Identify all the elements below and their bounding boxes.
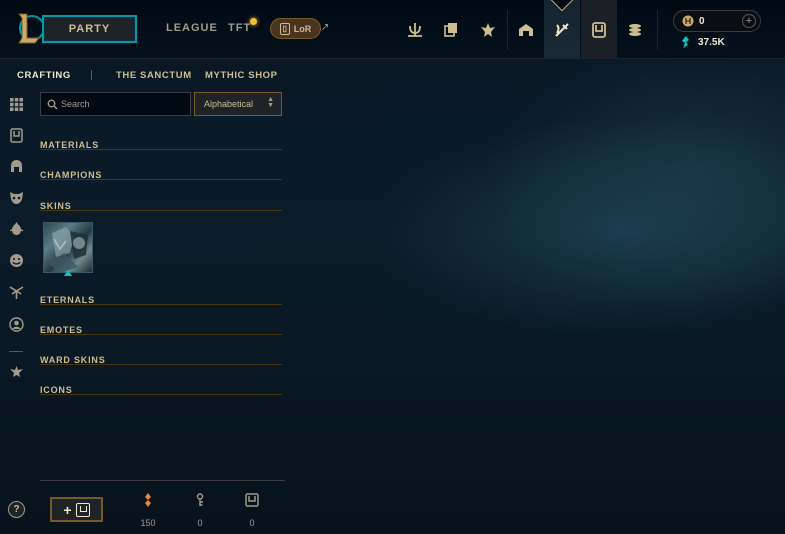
subnav-divider	[91, 70, 92, 80]
lor-label: LoR	[293, 23, 312, 34]
party-button-label: PARTY	[68, 23, 111, 35]
category-icons[interactable]: ICONS	[40, 380, 282, 395]
filter-eternal-icon[interactable]	[7, 283, 25, 301]
orange-essence-counter: 150	[133, 493, 163, 528]
sort-selected-value: Alphabetical	[204, 99, 254, 109]
key-value: 0	[197, 518, 203, 528]
sort-chevron-icon: ▲ ▼	[267, 96, 274, 109]
orange-essence-value: 150	[140, 518, 156, 528]
category-label: WARD SKINS	[40, 355, 106, 365]
category-ward-skins[interactable]: WARD SKINS	[40, 350, 282, 365]
category-emotes[interactable]: EMOTES	[40, 320, 282, 335]
nav-tft-crest-icon[interactable]	[470, 0, 506, 59]
tab-crafting[interactable]: CRAFTING	[17, 70, 71, 81]
search-input[interactable]	[61, 96, 186, 112]
category-label: EMOTES	[40, 325, 83, 335]
chest-icon	[245, 493, 259, 507]
filter-chest-icon[interactable]	[7, 126, 25, 144]
lor-icon: ▯	[279, 22, 290, 35]
blue-essence-icon	[682, 36, 689, 48]
filter-skin-mask-icon[interactable]	[7, 188, 25, 206]
tab-mythic-shop[interactable]: MYTHIC SHOP	[205, 70, 278, 81]
category-materials[interactable]: MATERIALS	[40, 135, 282, 150]
tft-notification-dot	[250, 18, 257, 25]
category-skins[interactable]: SKINS	[40, 196, 282, 211]
category-eternals[interactable]: ETERNALS	[40, 290, 282, 305]
chest-value: 0	[249, 518, 255, 528]
key-icon	[196, 493, 204, 506]
search-icon	[47, 99, 58, 110]
filter-emote-icon[interactable]	[7, 251, 25, 269]
rail-divider	[9, 351, 23, 352]
category-label: ICONS	[40, 385, 73, 395]
nav-league[interactable]: LEAGUE	[166, 22, 218, 34]
key-counter: 0	[185, 493, 215, 528]
category-label: ETERNALS	[40, 295, 95, 305]
lor-button[interactable]: ▯ LoR	[270, 18, 321, 39]
skin-artwork-image	[48, 227, 88, 272]
blue-essence-value: 37.5K	[698, 37, 725, 48]
category-label: CHAMPIONS	[40, 170, 103, 180]
footer-divider	[40, 480, 285, 481]
sort-dropdown[interactable]: Alphabetical ▲ ▼	[194, 92, 282, 116]
search-box[interactable]	[40, 92, 191, 116]
buy-rp-button[interactable]: +	[742, 14, 756, 28]
nav-collection-icon[interactable]	[433, 0, 469, 59]
filter-tft-icon[interactable]	[7, 362, 25, 380]
category-label: SKINS	[40, 201, 72, 211]
category-champions[interactable]: CHAMPIONS	[40, 165, 282, 180]
skin-shard-indicator-icon	[64, 270, 72, 276]
nav-tft[interactable]: TFT	[228, 22, 251, 34]
filter-all-grid-icon[interactable]	[7, 95, 25, 113]
filter-profile-icon[interactable]	[7, 315, 25, 333]
nav-store-icon[interactable]	[508, 0, 544, 59]
rp-wallet[interactable]: 0 +	[673, 10, 761, 32]
tab-the-sanctum[interactable]: THE SANCTUM	[116, 70, 192, 81]
rp-icon	[682, 15, 694, 27]
chest-counter: 0	[237, 493, 267, 528]
league-logo-icon[interactable]	[15, 10, 45, 46]
add-plus-label: +	[63, 501, 72, 518]
rp-value: 0	[699, 16, 705, 27]
nav-chest-icon[interactable]	[581, 0, 617, 59]
nav-divider	[657, 10, 658, 50]
category-label: MATERIALS	[40, 140, 100, 150]
orange-essence-icon	[145, 493, 151, 507]
nav-currency-icon[interactable]	[617, 0, 653, 59]
filter-ward-icon[interactable]	[7, 219, 25, 237]
top-bar: PARTY LEAGUE TFT ▯ LoR ↗ 0 + 37.5K	[0, 0, 785, 59]
chest-icon	[75, 502, 90, 517]
nav-home-icon[interactable]	[397, 0, 433, 59]
add-chest-button[interactable]: +	[50, 497, 103, 522]
help-button[interactable]: ?	[8, 501, 25, 518]
skin-shard-tile[interactable]	[43, 222, 93, 273]
filter-champion-helmet-icon[interactable]	[7, 157, 25, 175]
external-link-icon: ↗	[321, 22, 330, 33]
party-button[interactable]: PARTY	[42, 15, 137, 43]
